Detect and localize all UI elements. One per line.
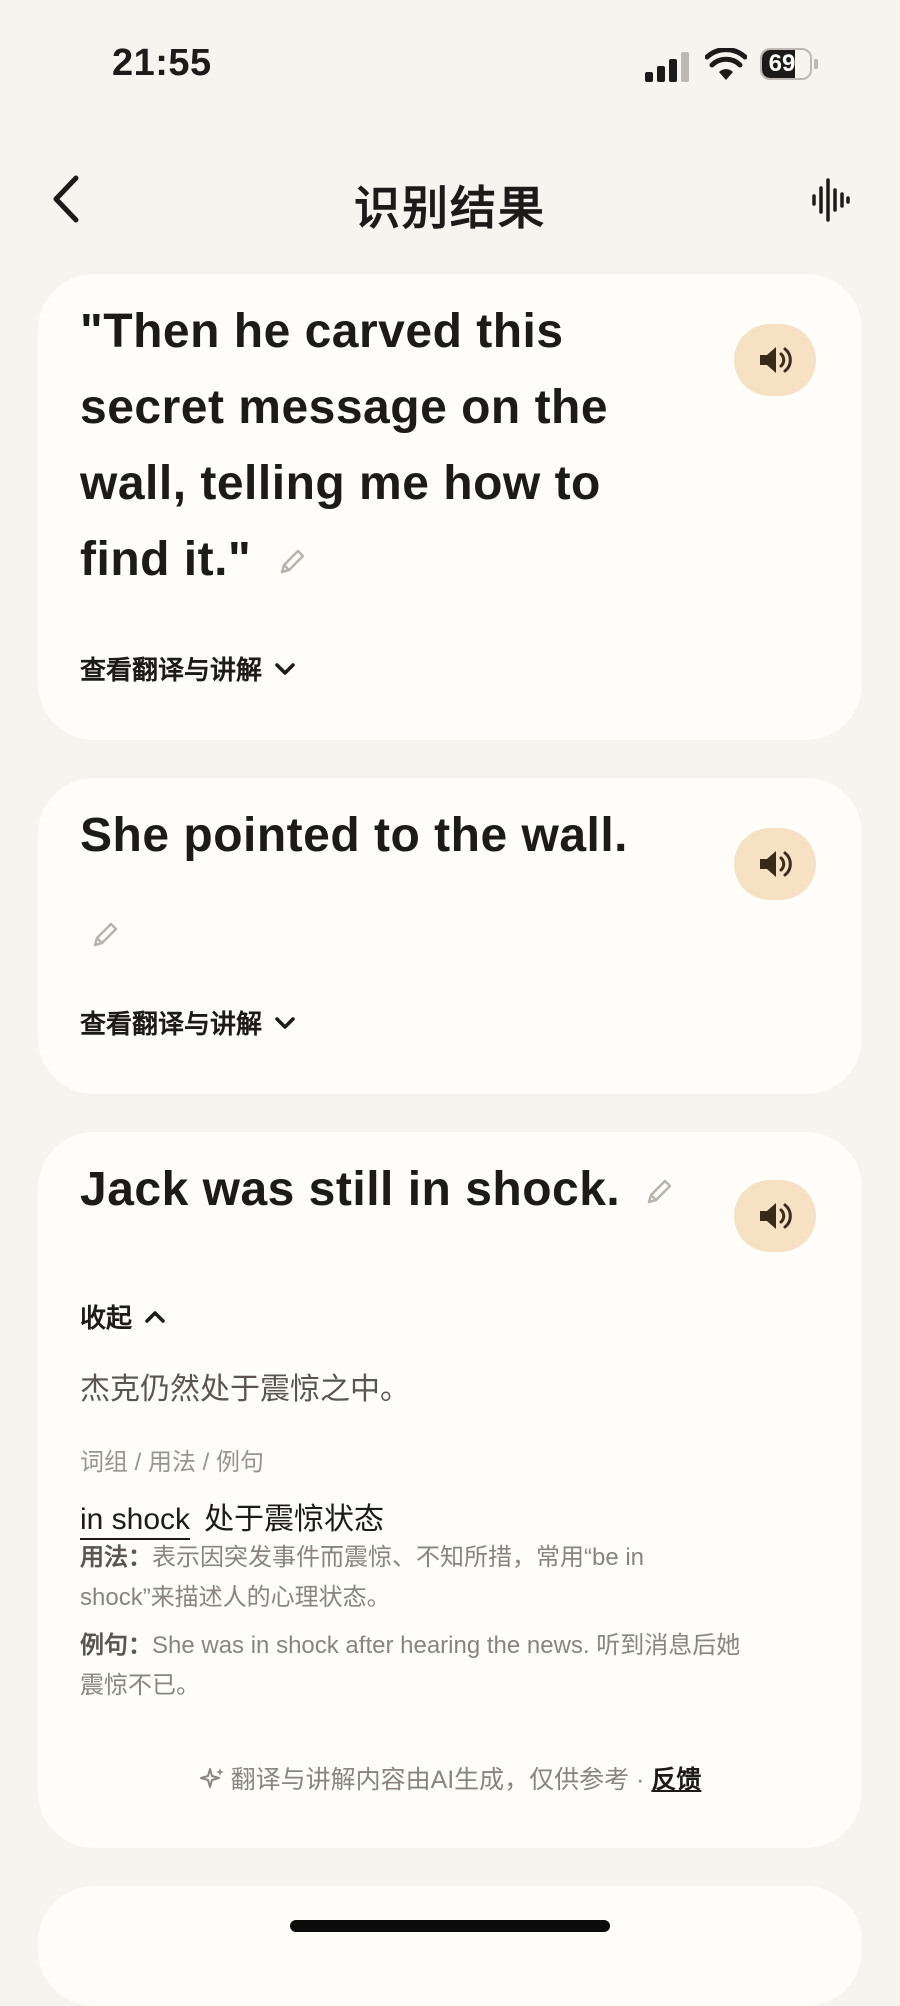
expand-label: 查看翻译与讲解: [80, 655, 263, 685]
sentence-card-4: [38, 1886, 862, 2006]
sentence-line: secret message on the: [80, 381, 609, 434]
expand-translation-button[interactable]: 查看翻译与讲解: [80, 650, 296, 687]
speaker-button[interactable]: [734, 1180, 816, 1252]
speaker-button[interactable]: [734, 324, 816, 396]
expand-label: 查看翻译与讲解: [80, 1009, 263, 1039]
sentence-card-3: Jack was still in shock. 收起 杰克仍然处于震惊之中。 …: [38, 1132, 862, 1848]
usage-line: 表示因突发事件而震惊、不知所措，常用“be in: [152, 1544, 645, 1571]
pencil-icon[interactable]: [644, 1177, 674, 1207]
speaker-button[interactable]: [734, 828, 816, 900]
battery-icon: 69: [760, 48, 818, 82]
wifi-icon: [705, 48, 747, 80]
chevron-down-icon: [275, 1016, 295, 1029]
sparkle-icon: [199, 1768, 224, 1788]
feedback-link[interactable]: 反馈: [651, 1766, 701, 1794]
voice-wave-icon[interactable]: [810, 178, 850, 222]
expand-translation-button[interactable]: 查看翻译与讲解: [80, 1004, 296, 1041]
chevron-up-icon: [145, 1310, 165, 1323]
speaker-icon: [760, 1203, 792, 1229]
sentence-line: She pointed to the wall.: [80, 809, 629, 862]
speaker-icon: [760, 347, 792, 373]
example-line: 震惊不已。: [80, 1672, 200, 1699]
example-line: She was in shock after hearing the news.…: [152, 1632, 741, 1659]
usage-label: 用法：: [80, 1544, 152, 1571]
sentence-text[interactable]: Jack was still in shock.: [80, 1152, 674, 1228]
chevron-down-icon: [275, 662, 295, 675]
status-time: 21:55: [112, 42, 212, 84]
phrase-term[interactable]: in shock: [80, 1503, 191, 1540]
usage-line: shock”来描述人的心理状态。: [80, 1584, 391, 1611]
speaker-icon: [760, 851, 792, 877]
sentence-line: find it.": [80, 533, 252, 586]
phrase-row: in shock 处于震惊状态: [80, 1494, 385, 1540]
usage-text: 用法：表示因突发事件而震惊、不知所措，常用“be in shock”来描述人的心…: [80, 1538, 820, 1618]
sentence-text[interactable]: She pointed to the wall.: [80, 798, 628, 874]
collapse-label: 收起: [80, 1303, 133, 1333]
translation-text: 杰克仍然处于震惊之中。: [80, 1373, 410, 1406]
footnote-text: 翻译与讲解内容由AI生成，仅供参考 ·: [230, 1766, 652, 1794]
example-text: 例句：She was in shock after hearing the ne…: [80, 1626, 820, 1706]
ai-footnote: 翻译与讲解内容由AI生成，仅供参考 · 反馈: [38, 1760, 862, 1796]
status-bar: 21:55 69: [0, 0, 900, 120]
signal-icon: [645, 52, 691, 82]
sentence-text[interactable]: "Then he carved this secret message on t…: [80, 294, 608, 598]
nav-bar: 识别结果: [0, 160, 900, 240]
pencil-icon[interactable]: [90, 920, 120, 950]
home-indicator: [290, 1920, 610, 1932]
section-label: 词组 / 用法 / 例句: [80, 1449, 265, 1476]
pencil-icon[interactable]: [277, 547, 307, 577]
collapse-button[interactable]: 收起: [80, 1298, 166, 1335]
sentence-card-1: "Then he carved this secret message on t…: [38, 274, 862, 740]
example-label: 例句：: [80, 1632, 152, 1659]
page-title: 识别结果: [354, 182, 546, 234]
phrase-meaning: 处于震惊状态: [204, 1503, 385, 1536]
sentence-line: wall, telling me how to: [80, 457, 601, 510]
sentence-line: Jack was still in shock.: [80, 1163, 621, 1216]
sentence-card-2: She pointed to the wall. 查看翻译与讲解: [38, 778, 862, 1094]
sentence-line: "Then he carved this: [80, 305, 564, 358]
battery-level: 69: [768, 50, 796, 77]
